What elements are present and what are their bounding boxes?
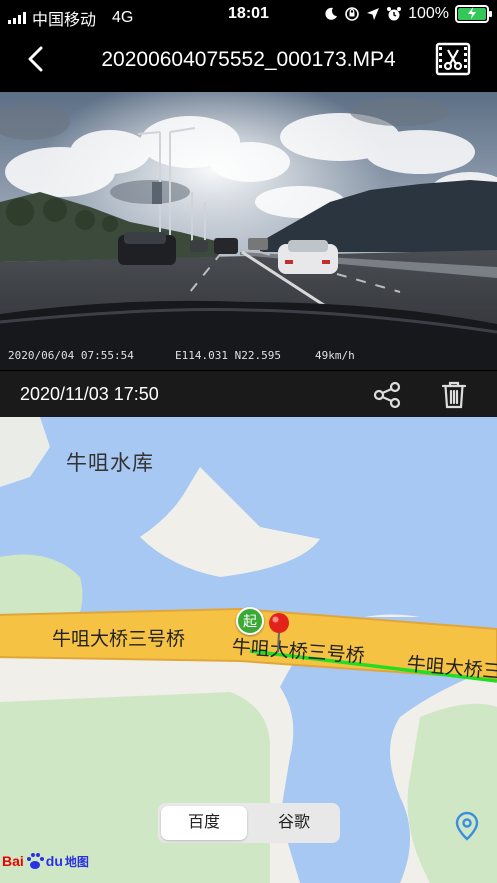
status-bar: 中国移动 4G 18:01 100% bbox=[0, 0, 497, 30]
video-edit-icon[interactable] bbox=[435, 42, 471, 76]
osd-speed: 49km/h bbox=[315, 349, 355, 362]
orientation-lock-icon bbox=[345, 7, 359, 21]
moon-icon bbox=[325, 7, 338, 20]
page-title: 20200604075552_000173.MP4 bbox=[101, 48, 396, 71]
share-icon[interactable] bbox=[372, 381, 402, 409]
start-marker[interactable]: 起 bbox=[236, 607, 264, 635]
recording-date: 2020/11/03 17:50 bbox=[20, 384, 159, 404]
battery-percent: 100% bbox=[408, 5, 449, 22]
tab-baidu[interactable]: 百度 bbox=[161, 806, 247, 840]
delete-icon[interactable] bbox=[440, 380, 468, 410]
alarm-icon bbox=[387, 7, 402, 21]
info-bar: 2020/11/03 17:50 bbox=[0, 371, 497, 417]
tab-google[interactable]: 谷歌 bbox=[251, 806, 337, 840]
status-right: 100% bbox=[324, 5, 492, 23]
locate-icon[interactable] bbox=[453, 811, 481, 841]
header: 20200604075552_000173.MP4 bbox=[0, 30, 497, 90]
osd-coordinates: E114.031 N22.595 bbox=[175, 349, 281, 362]
battery-icon bbox=[455, 5, 492, 23]
start-marker-label: 起 bbox=[243, 613, 257, 629]
video-player[interactable]: 2020/06/04 07:55:54 E114.031 N22.595 49k… bbox=[0, 92, 497, 370]
label-bridge-left: 牛咀大桥三号桥 bbox=[52, 629, 186, 650]
location-arrow-icon bbox=[367, 8, 380, 20]
video-frame bbox=[0, 92, 497, 370]
baidu-map-logo: Bai du 地图 bbox=[2, 853, 89, 869]
map-provider-switch: 百度 谷歌 bbox=[158, 803, 340, 843]
paw-icon bbox=[26, 853, 44, 869]
osd-timestamp: 2020/06/04 07:55:54 bbox=[8, 349, 134, 362]
location-pin-icon[interactable] bbox=[266, 612, 292, 652]
label-reservoir: 牛咀水库 bbox=[66, 452, 154, 475]
